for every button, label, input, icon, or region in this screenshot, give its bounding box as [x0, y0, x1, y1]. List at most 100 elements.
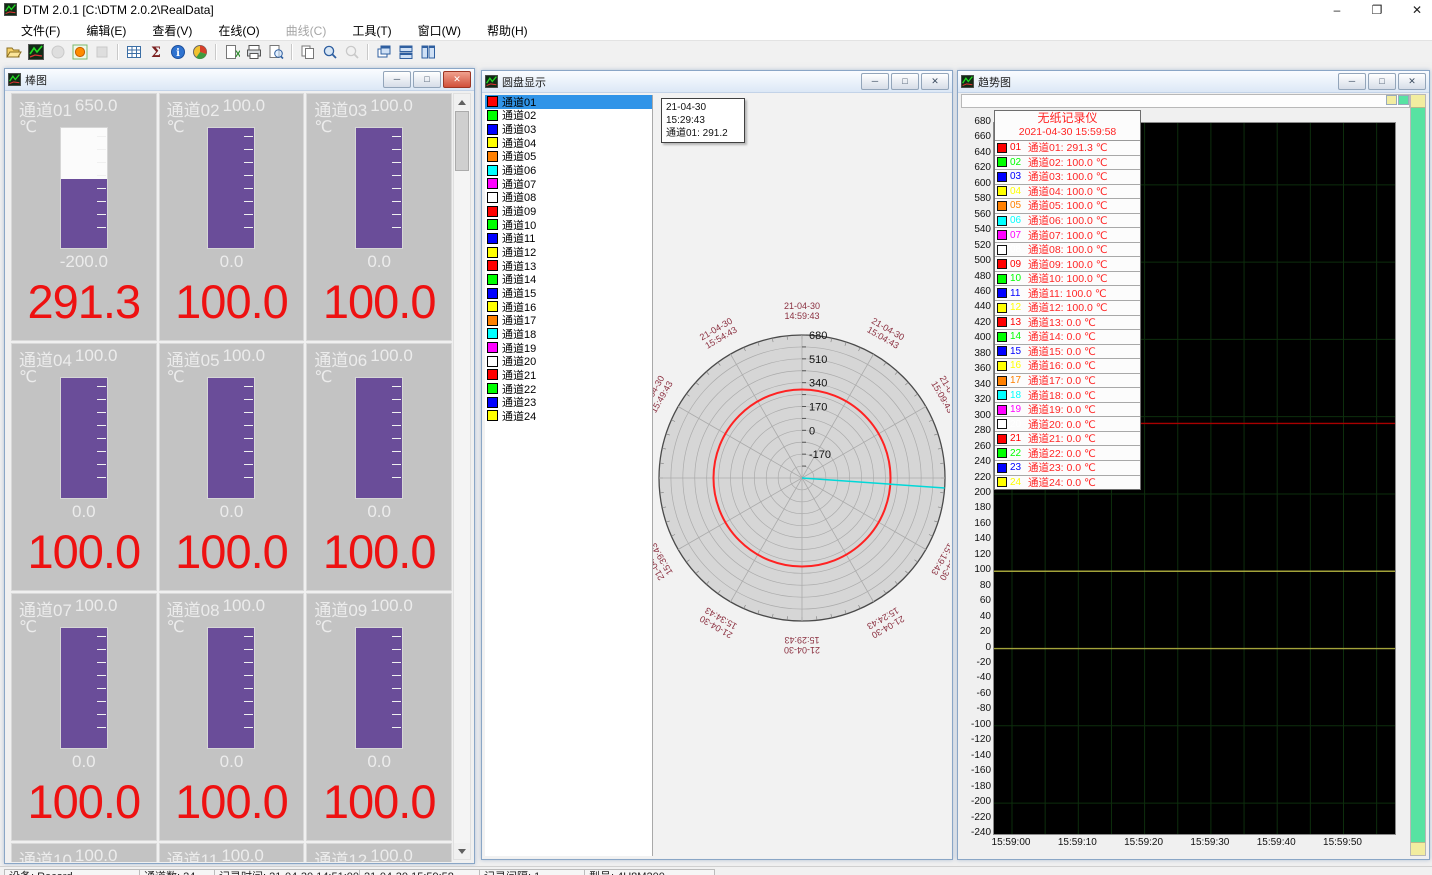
legend-channel-value: 通道17: 0.0 ℃	[1028, 374, 1096, 388]
menu-item-6[interactable]: 工具(T)	[339, 20, 404, 41]
sigma-icon[interactable]: Σ	[146, 42, 166, 62]
table-icon[interactable]	[124, 42, 144, 62]
tile-vertical-icon[interactable]	[418, 42, 438, 62]
app-titlebar[interactable]: DTM 2.0.1 [C:\DTM 2.0.2\RealData]	[0, 0, 1432, 20]
close-icon[interactable]: ✕	[921, 73, 949, 90]
trend-horizontal-scrollbar[interactable]	[961, 94, 1410, 108]
preview-icon[interactable]	[266, 42, 286, 62]
minimize-icon[interactable]: ─	[383, 71, 411, 88]
legend-channel-number: 22	[1010, 448, 1025, 459]
legend-row: 08通道08: 100.0 ℃	[995, 243, 1140, 258]
legend-color-swatch	[997, 448, 1007, 458]
polar-time-label: 21-04-3015:04:43	[865, 316, 906, 351]
restore-icon[interactable]: □	[1368, 73, 1396, 90]
legend-channel-value: 通道13: 0.0 ℃	[1028, 316, 1096, 330]
close-icon[interactable]: ✕	[1408, 2, 1426, 18]
zoom-icon[interactable]	[320, 42, 340, 62]
hscroll-button[interactable]	[1398, 95, 1409, 105]
tile-horizontal-icon[interactable]	[396, 42, 416, 62]
vscroll-thumb[interactable]	[1411, 108, 1425, 842]
y-tick-label: 260	[960, 441, 991, 452]
pie-icon[interactable]	[190, 42, 210, 62]
scrollbar-thumb[interactable]	[455, 111, 469, 171]
y-tick-label: 320	[960, 394, 991, 405]
y-tick-label: -220	[960, 812, 991, 823]
tooltip-value: 通道01: 291.2	[666, 127, 740, 140]
menu-bar: 文件(F)编辑(E)查看(V)在线(O)曲线(C)工具(T)窗口(W)帮助(H)	[0, 20, 1432, 41]
bar-gauge-ticks	[97, 136, 106, 240]
restore-icon[interactable]: □	[891, 73, 919, 90]
copy-icon[interactable]	[298, 42, 318, 62]
close-icon[interactable]: ✕	[443, 71, 471, 88]
scale-max-value: 100.0	[75, 346, 118, 371]
unit-label: ℃	[314, 617, 332, 637]
bar-gauge-ticks	[97, 386, 106, 490]
legend-channel-number: 10	[1010, 273, 1025, 284]
y-tick-label: 280	[960, 425, 991, 436]
unit-label: ℃	[19, 617, 37, 637]
trend-window-title: 趋势图	[978, 74, 1011, 90]
menu-item-4[interactable]: 在线(O)	[205, 20, 272, 41]
minimize-icon[interactable]: ─	[861, 73, 889, 90]
trend-window-titlebar[interactable]: 趋势图 ─ □ ✕	[958, 71, 1429, 93]
window-icon	[961, 75, 974, 88]
close-icon[interactable]: ✕	[1398, 73, 1426, 90]
menu-item-8[interactable]: 帮助(H)	[474, 20, 541, 41]
scroll-down-icon[interactable]	[454, 843, 470, 859]
unit-label: ℃	[167, 617, 185, 637]
scroll-up-icon[interactable]	[454, 94, 470, 110]
channel-color-swatch	[487, 151, 498, 162]
menu-item-2[interactable]: 编辑(E)	[73, 20, 139, 41]
menu-item-5[interactable]: 曲线(C)	[273, 20, 340, 41]
scale-max-value: 100.0	[75, 846, 118, 862]
window-icon	[485, 75, 498, 88]
legend-channel-number: 21	[1010, 433, 1025, 444]
y-tick-label: 620	[960, 162, 991, 173]
bar-gauge-ticks	[244, 386, 253, 490]
channel-value: 291.3	[12, 274, 156, 329]
bar-window-titlebar[interactable]: 棒图 ─ □ ✕	[5, 69, 474, 91]
unit-label: ℃	[19, 117, 37, 137]
restore-icon[interactable]: □	[413, 71, 441, 88]
hscroll-button[interactable]	[1386, 95, 1397, 105]
export-icon[interactable]: X	[222, 42, 242, 62]
legend-channel-value: 通道21: 0.0 ℃	[1028, 432, 1096, 446]
y-tick-label: 220	[960, 472, 991, 483]
vscroll-down-button[interactable]	[1411, 842, 1425, 855]
bar-cell-header: 通道11100.0	[167, 846, 302, 862]
record-icon[interactable]	[70, 42, 90, 62]
legend-row: 14通道14: 0.0 ℃	[995, 330, 1140, 345]
channel-list-item[interactable]: 通道24	[485, 409, 652, 423]
scale-max-value: 100.0	[370, 596, 413, 621]
restore-icon[interactable]: ❐	[1368, 2, 1386, 18]
open-folder-icon[interactable]	[4, 42, 24, 62]
legend-color-swatch	[997, 230, 1007, 240]
print-icon[interactable]	[244, 42, 264, 62]
y-tick-label: -60	[960, 688, 991, 699]
menu-item-7[interactable]: 窗口(W)	[405, 20, 474, 41]
bar-cell: 通道09100.0℃0.0100.0	[306, 593, 452, 841]
minimize-icon[interactable]: –	[1328, 2, 1346, 18]
cascade-icon[interactable]	[374, 42, 394, 62]
legend-channel-value: 通道14: 0.0 ℃	[1028, 330, 1096, 344]
scale-min-value: 0.0	[307, 752, 451, 772]
legend-color-swatch	[997, 172, 1007, 182]
vscroll-up-button[interactable]	[1411, 95, 1425, 108]
menu-item-3[interactable]: 查看(V)	[139, 20, 205, 41]
bar-cell-header: 通道01650.0	[19, 96, 154, 121]
legend-channel-value: 通道07: 100.0 ℃	[1028, 228, 1108, 242]
legend-channel-value: 通道19: 0.0 ℃	[1028, 403, 1096, 417]
trend-vertical-scrollbar[interactable]	[1410, 94, 1426, 856]
menu-item-1[interactable]: 文件(F)	[8, 20, 73, 41]
channel-color-swatch	[487, 178, 498, 189]
minimize-icon[interactable]: ─	[1338, 73, 1366, 90]
bar-window-scrollbar[interactable]	[453, 93, 471, 860]
disk-window-titlebar[interactable]: 圆盘显示 ─ □ ✕	[482, 71, 952, 93]
legend-color-swatch	[997, 463, 1007, 473]
chart-icon[interactable]	[26, 42, 46, 62]
channel-value: 100.0	[160, 274, 304, 329]
info-icon[interactable]: i	[168, 42, 188, 62]
y-tick-label: 200	[960, 487, 991, 498]
bar-gauge-ticks	[244, 636, 253, 740]
window-icon	[8, 73, 21, 86]
